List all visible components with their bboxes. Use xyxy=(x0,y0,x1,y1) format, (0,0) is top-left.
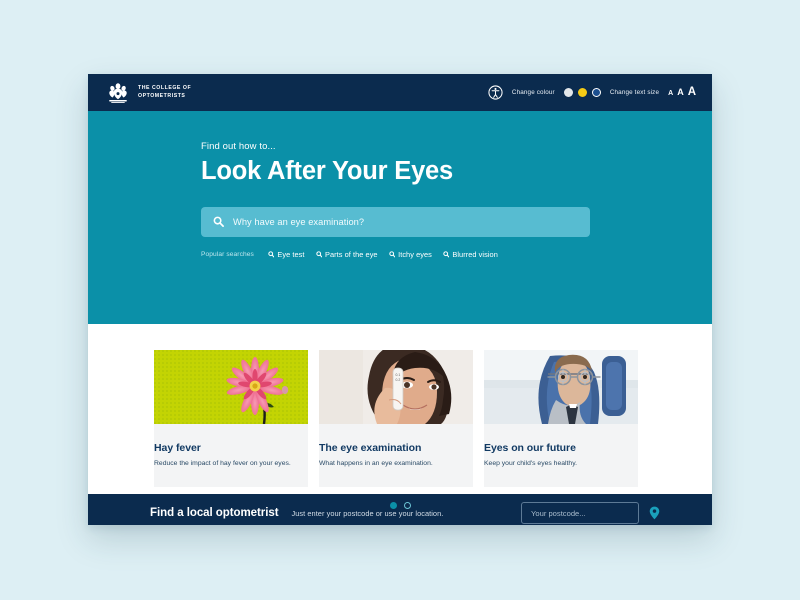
text-size-medium[interactable]: A xyxy=(677,87,684,97)
popular-searches: Popular searches Eye test Parts of the e… xyxy=(201,250,682,259)
top-navigation-bar: THE COLLEGE OF OPTOMETRISTS Change colou… xyxy=(88,74,712,111)
colour-swatch-group xyxy=(563,88,601,97)
card-description: Reduce the impact of hay fever on your e… xyxy=(154,460,291,467)
search-icon xyxy=(268,251,275,258)
card-title: Hay fever xyxy=(154,442,201,454)
svg-text:0.2: 0.2 xyxy=(396,378,401,382)
popular-search-label: Parts of the eye xyxy=(325,249,378,259)
page-root: THE COLLEGE OF OPTOMETRISTS Change colou… xyxy=(0,0,800,600)
search-icon xyxy=(315,251,323,258)
card-title: The eye examination xyxy=(319,442,422,454)
feature-cards-section: Hay fever Reduce the impact of hay fever… xyxy=(88,324,712,509)
search-icon xyxy=(213,216,224,228)
svg-text:0.1: 0.1 xyxy=(396,373,401,377)
swatch-white[interactable] xyxy=(563,88,573,97)
popular-search-label: Itchy eyes xyxy=(398,249,432,259)
page-title: Look After Your Eyes xyxy=(201,157,454,185)
crest-icon xyxy=(105,81,131,105)
find-optometrist-bar: Find a local optometrist Just enter your… xyxy=(88,494,712,525)
map-pin-icon[interactable] xyxy=(649,506,660,520)
search-input[interactable]: Why have an eye examination? xyxy=(201,206,590,237)
popular-search-blurred-vision[interactable]: Blurred vision xyxy=(443,250,498,259)
accessibility-controls: Change colour Change text size A A A xyxy=(488,85,696,100)
popular-search-label: Blurred vision xyxy=(452,249,498,259)
change-text-size-label: Change text size xyxy=(609,89,660,96)
popular-search-itchy-eyes[interactable]: Itchy eyes xyxy=(388,249,432,259)
swatch-blue[interactable] xyxy=(591,88,601,97)
popular-search-parts-of-the-eye[interactable]: Parts of the eye xyxy=(315,249,378,259)
hero-section: Find out how to... Look After Your Eyes … xyxy=(88,111,712,324)
text-size-large[interactable]: A xyxy=(688,86,696,99)
find-optometrist-subtitle: Just enter your postcode or use your loc… xyxy=(291,508,444,518)
card-body: Eyes on our future Keep your child's eye… xyxy=(484,415,638,487)
search-icon xyxy=(443,251,450,258)
popular-search-label: Eye test xyxy=(277,249,305,259)
card-hay-fever[interactable]: Hay fever Reduce the impact of hay fever… xyxy=(154,350,308,487)
find-optometrist-title: Find a local optometrist xyxy=(150,507,279,519)
card-image-hay-fever xyxy=(154,350,308,424)
card-eyes-on-our-future[interactable]: Eyes on our future Keep your child's eye… xyxy=(484,350,638,487)
popular-search-eye-test[interactable]: Eye test xyxy=(268,250,305,259)
change-colour-label: Change colour xyxy=(511,89,555,96)
card-title: Eyes on our future xyxy=(484,442,576,454)
postcode-placeholder: Your postcode... xyxy=(531,508,586,518)
card-the-eye-examination[interactable]: 0.1 0.2 The eye examination What happens… xyxy=(319,350,473,487)
postcode-input[interactable]: Your postcode... xyxy=(521,502,639,524)
card-image-eye-examination: 0.1 0.2 xyxy=(319,350,473,424)
card-description: What happens in an eye examination. xyxy=(319,460,433,467)
text-size-group: A A A xyxy=(668,86,696,99)
search-icon xyxy=(388,251,396,258)
swatch-yellow[interactable] xyxy=(577,88,587,97)
hero-eyebrow: Find out how to... xyxy=(201,141,276,152)
site-frame: THE COLLEGE OF OPTOMETRISTS Change colou… xyxy=(88,74,712,525)
search-placeholder: Why have an eye examination? xyxy=(233,216,365,227)
card-image-eyes-on-our-future xyxy=(484,350,638,424)
feature-cards: Hay fever Reduce the impact of hay fever… xyxy=(88,350,712,487)
card-body: The eye examination What happens in an e… xyxy=(319,415,473,487)
accessibility-icon[interactable] xyxy=(488,85,503,100)
card-body: Hay fever Reduce the impact of hay fever… xyxy=(154,415,308,487)
card-description: Keep your child's eyes healthy. xyxy=(484,460,577,467)
site-logo[interactable]: THE COLLEGE OF OPTOMETRISTS xyxy=(105,81,191,105)
logo-wordmark: THE COLLEGE OF OPTOMETRISTS xyxy=(138,85,192,99)
find-optometrist-controls: Your postcode... xyxy=(521,502,660,524)
text-size-small[interactable]: A xyxy=(668,90,673,97)
popular-searches-label: Popular searches xyxy=(201,250,254,258)
